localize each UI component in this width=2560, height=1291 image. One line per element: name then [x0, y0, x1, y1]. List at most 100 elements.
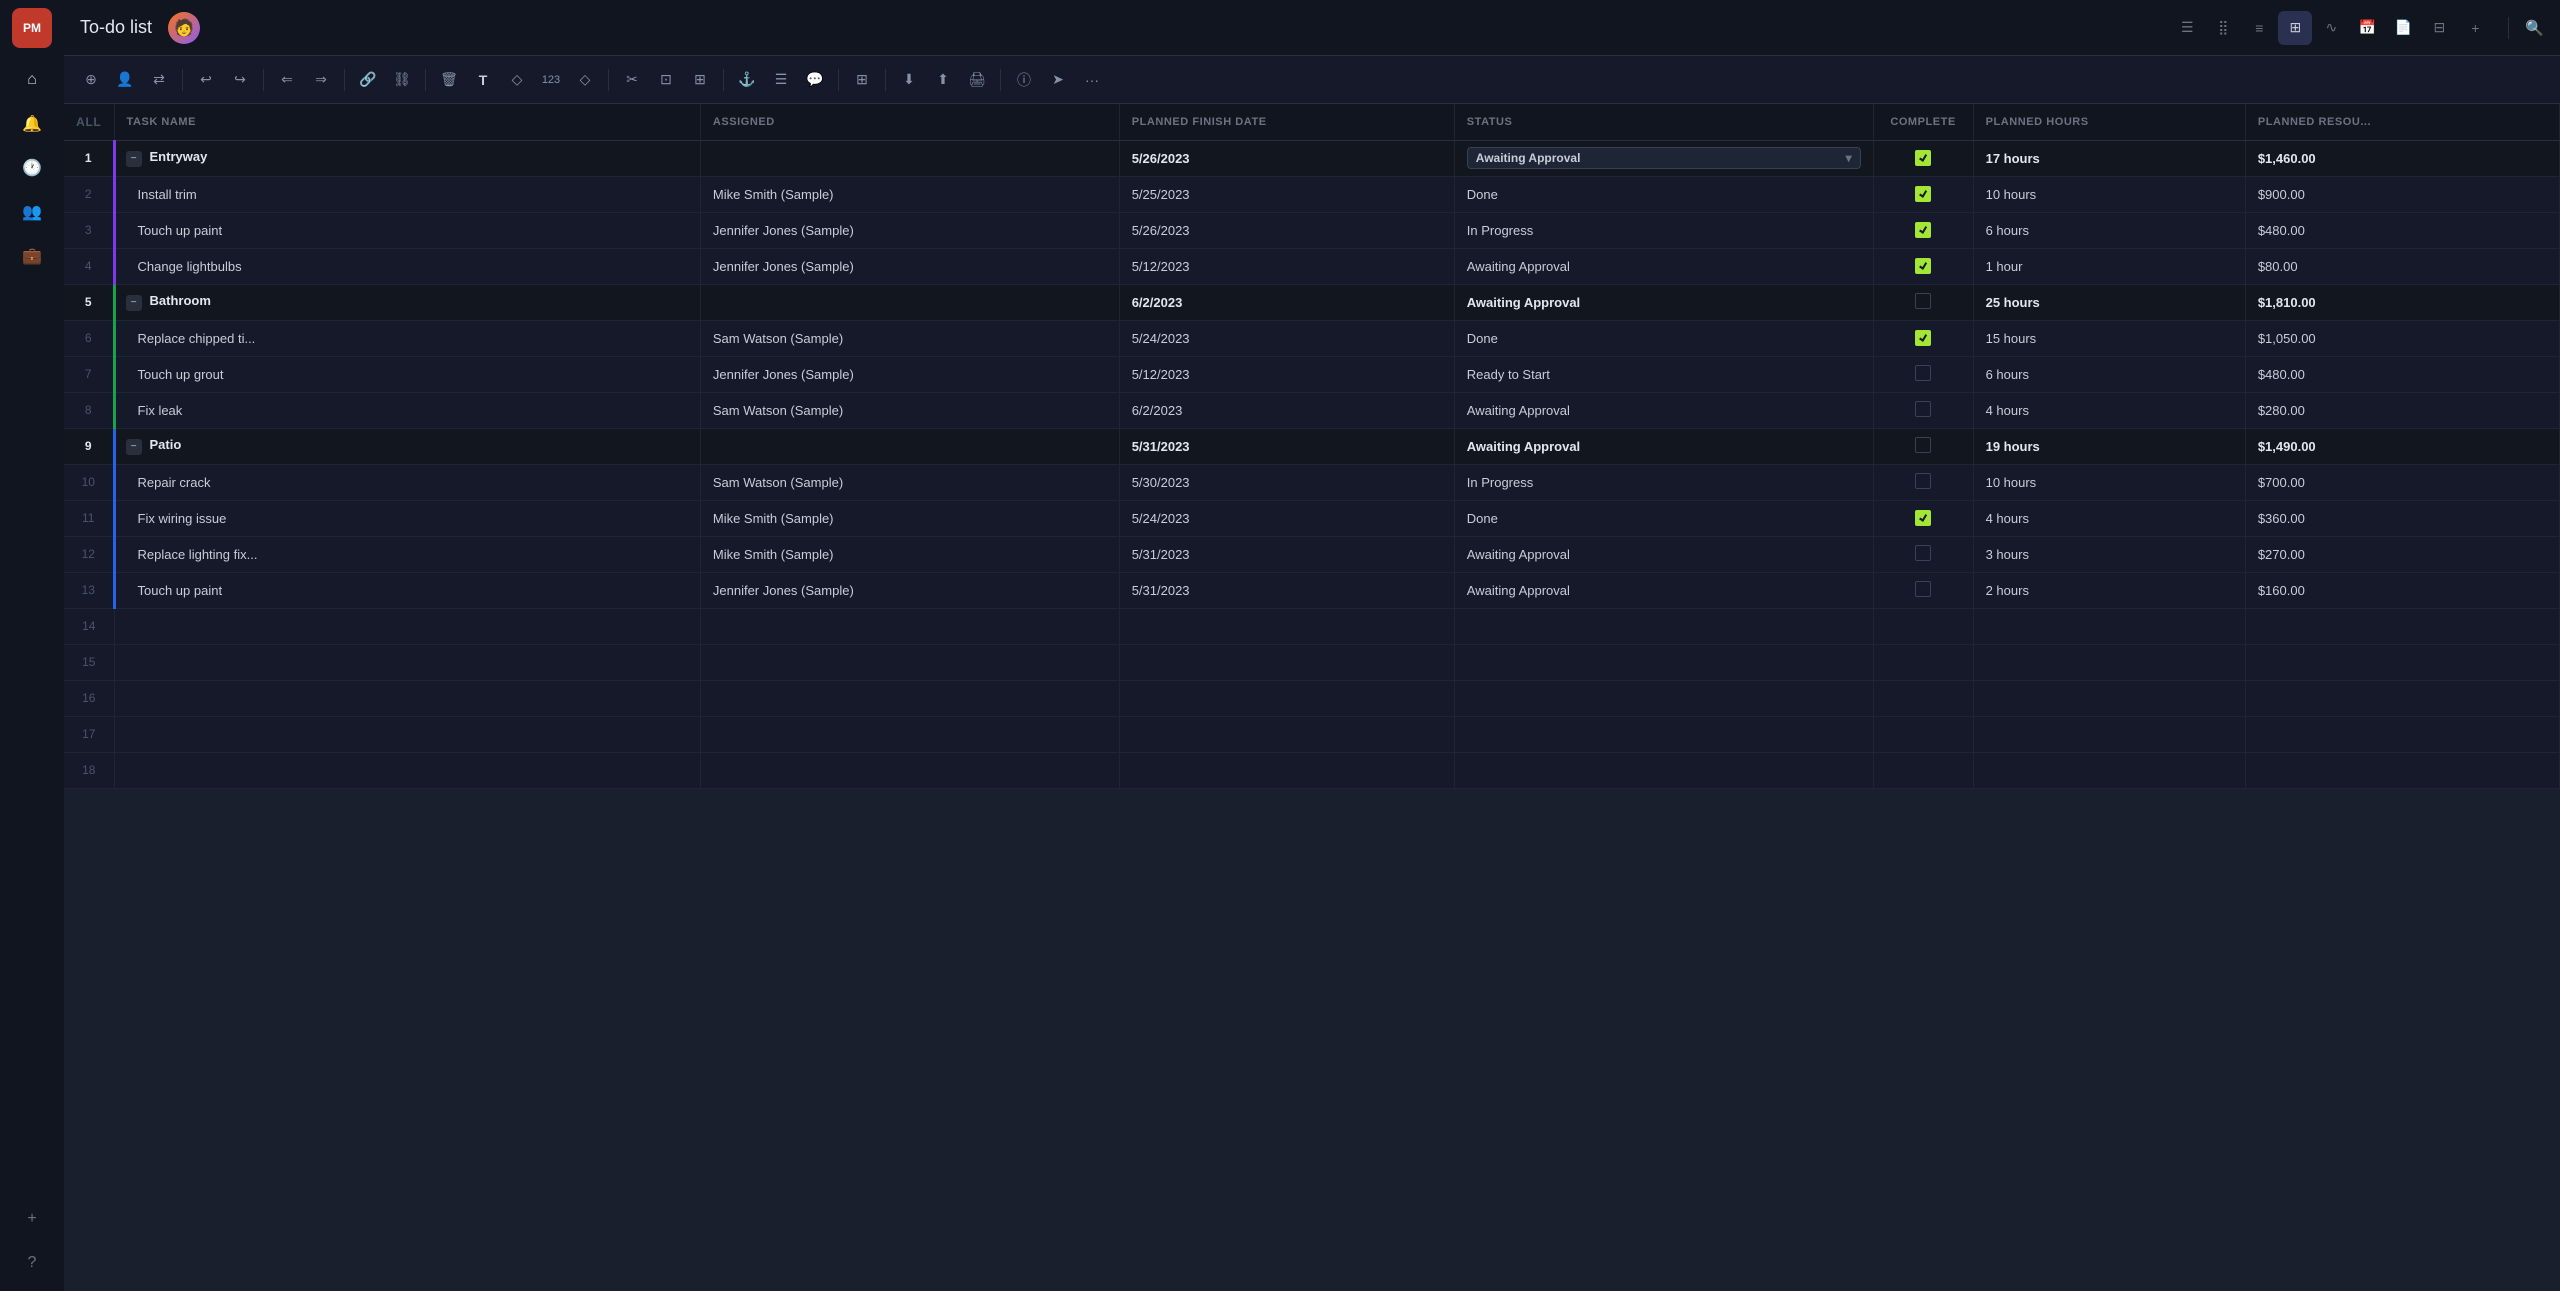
group-toggle[interactable]: −: [126, 295, 142, 311]
empty-task-cell[interactable]: [114, 680, 700, 716]
complete-cell[interactable]: [1873, 392, 1973, 428]
empty-task-cell[interactable]: [114, 644, 700, 680]
status-cell[interactable]: Awaiting Approval: [1454, 248, 1873, 284]
complete-checkbox[interactable]: [1915, 186, 1931, 202]
complete-checkbox[interactable]: [1915, 510, 1931, 526]
status-cell[interactable]: Awaiting Approval: [1454, 284, 1873, 320]
redo-button[interactable]: ↪: [225, 65, 255, 95]
sidebar-item-home[interactable]: ⌂: [12, 60, 52, 100]
task-name-cell[interactable]: Touch up grout: [114, 356, 700, 392]
complete-cell[interactable]: [1873, 536, 1973, 572]
sidebar-item-portfolio[interactable]: 💼: [12, 236, 52, 276]
empty-task-cell[interactable]: [114, 752, 700, 788]
view-board[interactable]: ⣿: [2206, 11, 2240, 45]
send-button[interactable]: ➤: [1043, 65, 1073, 95]
group-toggle[interactable]: −: [126, 439, 142, 455]
cut-button[interactable]: ✂: [617, 65, 647, 95]
search-icon[interactable]: 🔍: [2525, 19, 2544, 37]
task-name-cell[interactable]: Change lightbulbs: [114, 248, 700, 284]
empty-task-cell[interactable]: [114, 608, 700, 644]
view-list[interactable]: ☰: [2170, 11, 2204, 45]
complete-checkbox[interactable]: [1915, 401, 1931, 417]
sidebar-item-notifications[interactable]: 🔔: [12, 104, 52, 144]
list-button[interactable]: ☰: [766, 65, 796, 95]
complete-cell[interactable]: [1873, 140, 1973, 176]
task-name-cell[interactable]: Touch up paint: [114, 212, 700, 248]
status-cell[interactable]: Ready to Start: [1454, 356, 1873, 392]
more-button[interactable]: ···: [1077, 65, 1107, 95]
status-cell[interactable]: Done: [1454, 320, 1873, 356]
task-name-cell[interactable]: Fix leak: [114, 392, 700, 428]
task-name-cell[interactable]: Replace lighting fix...: [114, 536, 700, 572]
complete-checkbox[interactable]: [1915, 545, 1931, 561]
view-workload[interactable]: ⊟: [2422, 11, 2456, 45]
complete-checkbox[interactable]: [1915, 150, 1931, 166]
status-cell[interactable]: Awaiting Approval: [1454, 572, 1873, 608]
user-avatar[interactable]: 🧑: [168, 12, 200, 44]
task-name-cell[interactable]: Install trim: [114, 176, 700, 212]
view-calendar[interactable]: 📅: [2350, 11, 2384, 45]
complete-checkbox[interactable]: [1915, 293, 1931, 309]
link-button[interactable]: 🔗: [353, 65, 383, 95]
task-name-cell[interactable]: −Patio: [114, 428, 700, 464]
paste-button[interactable]: ⊞: [685, 65, 715, 95]
complete-checkbox[interactable]: [1915, 473, 1931, 489]
sidebar-add-button[interactable]: +: [12, 1199, 52, 1239]
empty-task-cell[interactable]: [114, 716, 700, 752]
assign-button[interactable]: 👤: [110, 65, 140, 95]
complete-cell[interactable]: [1873, 176, 1973, 212]
columns-button[interactable]: ⊞: [847, 65, 877, 95]
sidebar-item-people[interactable]: 👥: [12, 192, 52, 232]
task-name-cell[interactable]: Replace chipped ti...: [114, 320, 700, 356]
complete-checkbox[interactable]: [1915, 365, 1931, 381]
view-table[interactable]: ⊞: [2278, 11, 2312, 45]
complete-cell[interactable]: [1873, 284, 1973, 320]
status-cell[interactable]: In Progress: [1454, 212, 1873, 248]
print-button[interactable]: 🖨: [962, 65, 992, 95]
status-cell[interactable]: Awaiting Approval: [1454, 428, 1873, 464]
delete-button[interactable]: 🗑: [434, 65, 464, 95]
undo-button[interactable]: ↩: [191, 65, 221, 95]
complete-cell[interactable]: [1873, 500, 1973, 536]
group-toggle[interactable]: −: [126, 151, 142, 167]
convert-button[interactable]: ⇄: [144, 65, 174, 95]
outdent-button[interactable]: ⇐: [272, 65, 302, 95]
sidebar-item-recent[interactable]: 🕐: [12, 148, 52, 188]
status-cell[interactable]: Awaiting Approval: [1454, 392, 1873, 428]
complete-cell[interactable]: [1873, 248, 1973, 284]
text-format-button[interactable]: T: [468, 65, 498, 95]
complete-checkbox[interactable]: [1915, 330, 1931, 346]
app-logo[interactable]: PM: [12, 8, 52, 48]
complete-cell[interactable]: [1873, 356, 1973, 392]
shape-button[interactable]: ◇: [570, 65, 600, 95]
unlink-button[interactable]: ⛓: [387, 65, 417, 95]
download-button[interactable]: ⬇: [894, 65, 924, 95]
tag-button[interactable]: ◇: [502, 65, 532, 95]
task-name-cell[interactable]: −Entryway: [114, 140, 700, 176]
indent-button[interactable]: ⇒: [306, 65, 336, 95]
complete-checkbox[interactable]: [1915, 437, 1931, 453]
status-cell[interactable]: Done: [1454, 176, 1873, 212]
status-cell[interactable]: Awaiting Approval ▾: [1454, 140, 1873, 176]
status-cell[interactable]: Awaiting Approval: [1454, 536, 1873, 572]
comment-button[interactable]: 💬: [800, 65, 830, 95]
view-add[interactable]: +: [2458, 11, 2492, 45]
task-name-cell[interactable]: Touch up paint: [114, 572, 700, 608]
complete-cell[interactable]: [1873, 212, 1973, 248]
upload-button[interactable]: ⬆: [928, 65, 958, 95]
complete-cell[interactable]: [1873, 320, 1973, 356]
complete-checkbox[interactable]: [1915, 258, 1931, 274]
complete-checkbox[interactable]: [1915, 581, 1931, 597]
task-name-cell[interactable]: −Bathroom: [114, 284, 700, 320]
task-name-cell[interactable]: Fix wiring issue: [114, 500, 700, 536]
complete-cell[interactable]: [1873, 428, 1973, 464]
number-button[interactable]: 123: [536, 65, 566, 95]
complete-checkbox[interactable]: [1915, 222, 1931, 238]
status-cell[interactable]: In Progress: [1454, 464, 1873, 500]
view-activity[interactable]: ∿: [2314, 11, 2348, 45]
add-task-button[interactable]: ⊕: [76, 65, 106, 95]
complete-cell[interactable]: [1873, 464, 1973, 500]
copy-button[interactable]: ⊡: [651, 65, 681, 95]
task-name-cell[interactable]: Repair crack: [114, 464, 700, 500]
status-cell[interactable]: Done: [1454, 500, 1873, 536]
